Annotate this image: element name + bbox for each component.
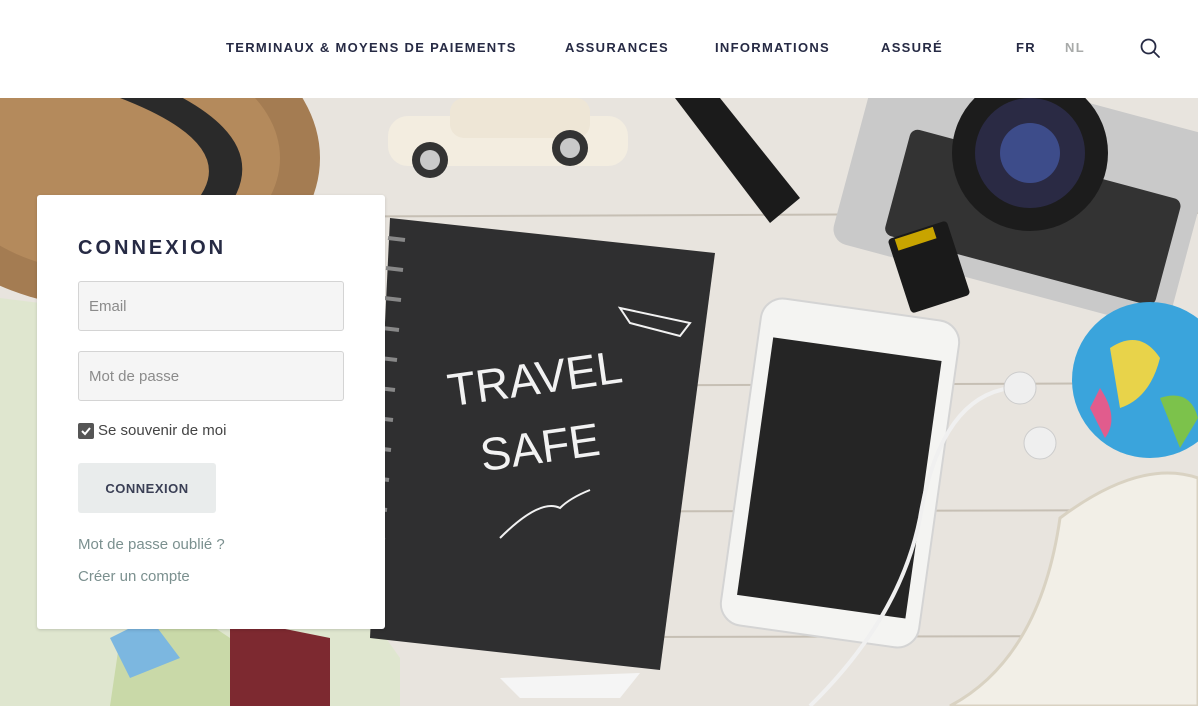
nav-terminaux[interactable]: TERMINAUX & MOYENS DE PAIEMENTS [226,40,517,55]
password-field[interactable] [78,351,344,401]
search-button[interactable] [1138,36,1162,60]
login-card: CONNEXION Se souvenir de moi CONNEXION M… [37,195,385,629]
forgot-password-link[interactable]: Mot de passe oublié ? [78,536,225,553]
create-account-link[interactable]: Créer un compte [78,568,190,585]
email-field[interactable] [78,281,344,331]
search-icon [1140,38,1160,58]
lang-nl[interactable]: NL [1065,40,1085,55]
nav-informations[interactable]: INFORMATIONS [715,40,830,55]
login-submit-button[interactable]: CONNEXION [78,463,216,513]
lang-fr[interactable]: FR [1016,40,1036,55]
notebook: TRAVEL SAFE [363,218,715,670]
remember-label: Se souvenir de moi [98,422,227,439]
site-header: TERMINAUX & MOYENS DE PAIEMENTS ASSURANC… [0,0,1198,98]
nav-assurances[interactable]: ASSURANCES [565,40,669,55]
login-title: CONNEXION [78,237,227,259]
nav-assure[interactable]: ASSURÉ [881,40,943,55]
checkmark-icon [81,426,91,435]
remember-checkbox[interactable] [78,422,94,439]
remember-me[interactable]: Se souvenir de moi [78,422,226,439]
